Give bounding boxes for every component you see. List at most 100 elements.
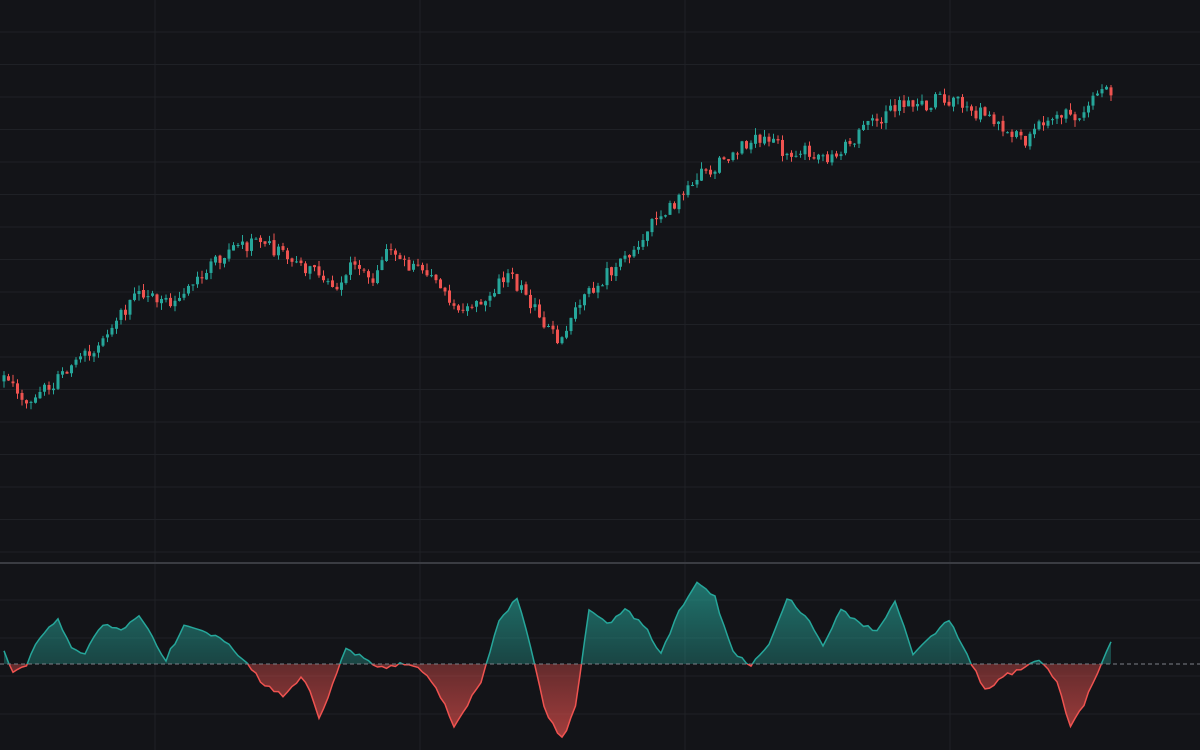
candle-body (2, 375, 6, 382)
candle-body (452, 303, 456, 306)
candle-body (700, 168, 703, 181)
candle-body (776, 139, 780, 141)
candle-body (983, 107, 987, 116)
candle-body (416, 264, 420, 266)
candle-body (394, 250, 397, 255)
candle-body (655, 217, 658, 220)
candle-body (839, 154, 843, 157)
candle-body (826, 154, 829, 163)
candle-body (200, 277, 204, 279)
candle-body (772, 138, 775, 143)
candle-body (1073, 114, 1077, 121)
candle-body (1046, 120, 1050, 126)
candle-body (718, 157, 721, 173)
candle-body (686, 185, 690, 196)
candle-body (7, 376, 10, 381)
candle-body (209, 261, 213, 273)
candle-body (925, 100, 928, 111)
candle-body (227, 249, 231, 259)
candle-body (803, 145, 807, 155)
candle-body (367, 271, 370, 278)
candle-body (308, 266, 312, 274)
candle-body (340, 282, 343, 290)
candle-body (146, 296, 150, 298)
candle-body (389, 249, 393, 251)
candle-body (902, 100, 906, 108)
candle-body (551, 325, 555, 330)
candle-body (853, 143, 856, 145)
candle-body (353, 261, 357, 265)
chart-container (0, 0, 1200, 750)
candle-body (407, 259, 411, 271)
candle-body (263, 241, 267, 244)
candle-body (740, 141, 744, 154)
candle-body (322, 275, 325, 281)
candle-body (443, 287, 447, 292)
candle-body (632, 249, 636, 257)
candle-body (695, 179, 699, 185)
candle-body (659, 216, 663, 220)
candle-body (664, 215, 667, 217)
candle-body (929, 108, 933, 110)
candle-body (1033, 128, 1036, 135)
candle-body (286, 250, 289, 260)
candle-body (605, 268, 609, 286)
candle-body (29, 401, 33, 403)
candle-body (812, 157, 816, 159)
candle-body (88, 351, 91, 356)
candle-body (677, 194, 681, 210)
candle-body (187, 285, 190, 294)
candle-body (79, 356, 82, 360)
candle-body (65, 371, 69, 374)
candle-body (911, 100, 915, 107)
candle-body (313, 265, 316, 268)
candle-body (196, 276, 199, 285)
candle-body (1006, 132, 1009, 134)
candle-body (988, 114, 991, 116)
candle-body (20, 392, 24, 400)
candle-body (844, 141, 847, 154)
candle-body (592, 287, 595, 293)
candle-body (304, 263, 307, 274)
candle-body (871, 118, 874, 121)
candle-body (1051, 119, 1054, 121)
candle-body (583, 294, 586, 306)
candle-body (1019, 131, 1023, 136)
candle-body (943, 94, 946, 103)
candle-body (997, 121, 1000, 124)
candle-body (250, 238, 253, 251)
candle-body (862, 124, 865, 130)
candle-body (1109, 87, 1113, 96)
candle-body (110, 327, 114, 335)
candle-body (754, 134, 757, 144)
candle-body (1060, 115, 1063, 118)
candle-body (169, 297, 172, 307)
candle-body (61, 371, 64, 375)
candle-body (866, 120, 870, 125)
candle-body (182, 293, 186, 298)
candle-body (326, 281, 330, 283)
candle-body (781, 139, 784, 156)
candle-body (785, 153, 789, 156)
candle-body (1015, 131, 1018, 137)
candle-body (524, 284, 528, 295)
candle-body (299, 260, 303, 264)
candle-body (470, 306, 474, 308)
candle-body (835, 153, 838, 157)
candle-body (448, 290, 451, 303)
candle-body (173, 300, 177, 307)
candle-body (128, 299, 132, 315)
candle-body (223, 257, 226, 264)
candle-body (214, 256, 217, 263)
candle-body (335, 286, 339, 290)
candle-body (682, 193, 685, 195)
candle-body (1096, 93, 1099, 96)
candle-body (295, 261, 298, 263)
candle-body (25, 400, 28, 404)
candle-body (767, 136, 771, 142)
candle-body (520, 285, 523, 290)
candle-body (272, 240, 276, 256)
candle-body (164, 297, 168, 300)
candle-body (736, 153, 739, 155)
candle-body (502, 277, 505, 283)
